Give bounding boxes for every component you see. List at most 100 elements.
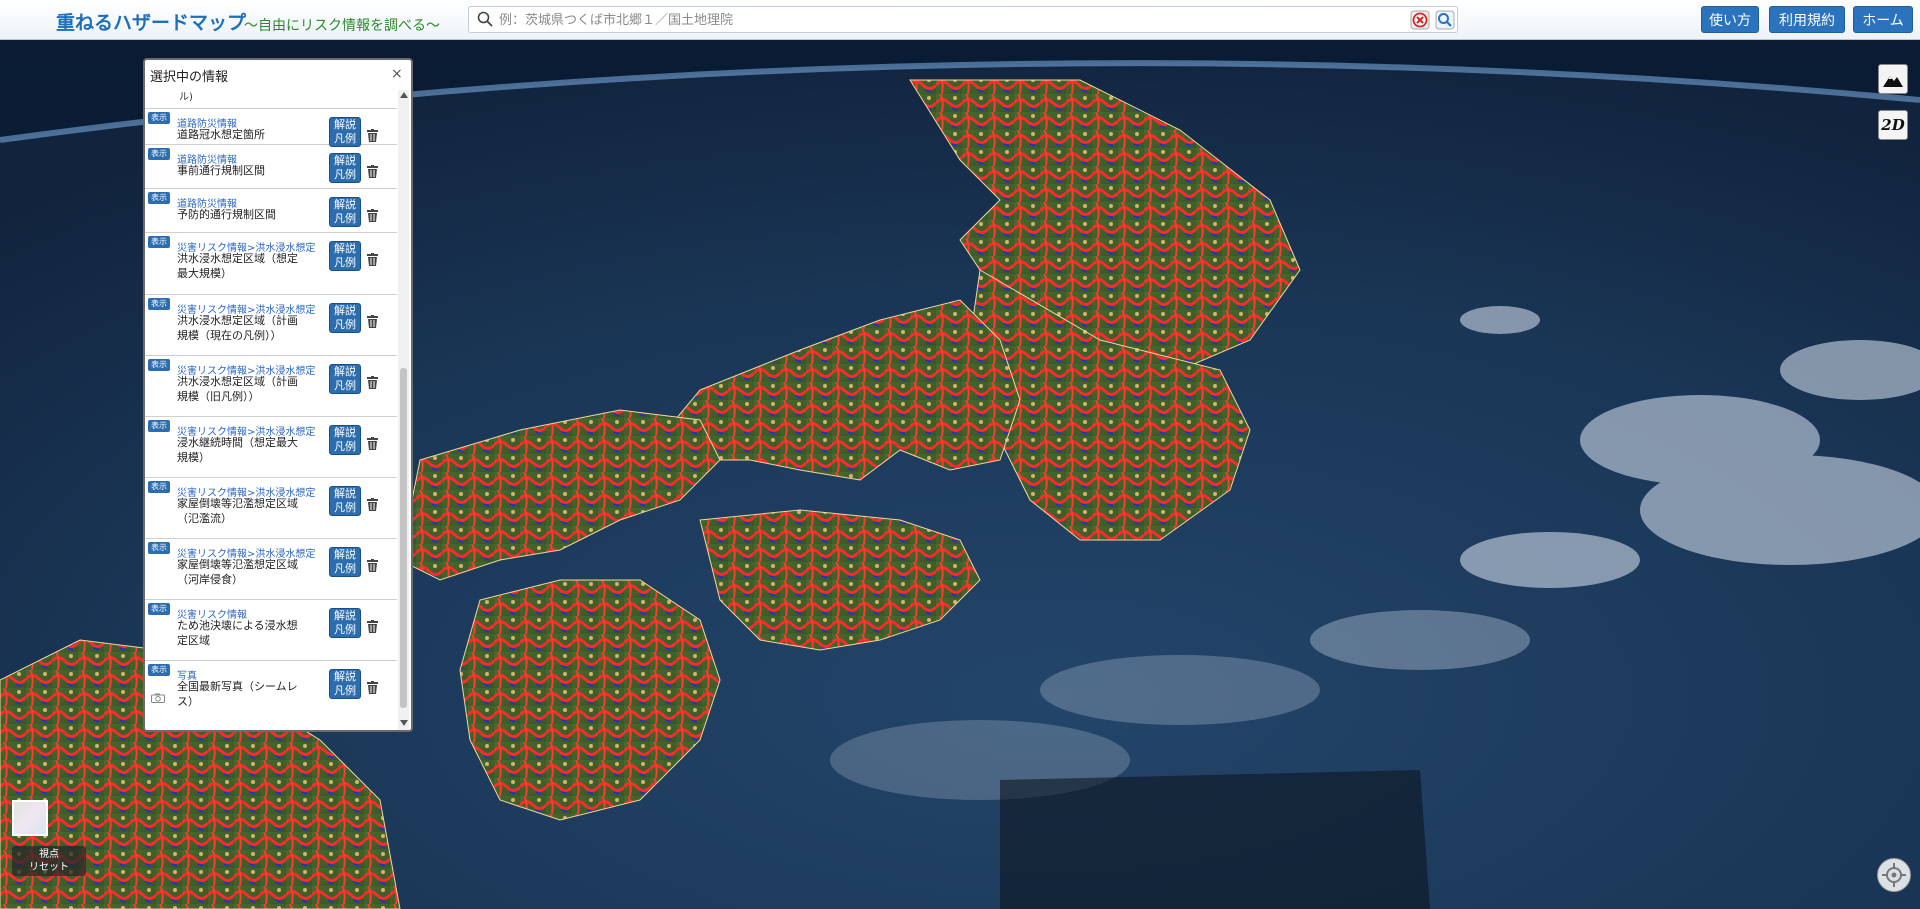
layer-item: 表示 災害リスク情報>洪水浸水想定 家屋倒壊等氾濫想定区域（氾濫流） 解説 凡例 [145, 478, 397, 539]
trash-icon[interactable] [367, 681, 378, 694]
show-toggle[interactable]: 表示 [148, 664, 170, 676]
reset-view-button[interactable]: 視点 リセット [12, 846, 86, 876]
legend-label-1: 解説 [334, 242, 356, 255]
app-tagline: ～自由にリスク情報を調べる～ [244, 18, 440, 34]
search-icon [477, 11, 493, 27]
selected-info-panel: 選択中の情報 × ル) 表示 道路防災情報 道路冠水想定箇所 解説 凡例 表示 道… [143, 58, 413, 732]
legend-label-1: 解説 [334, 670, 356, 683]
layer-name: 浸水継続時間（想定最大規模） [177, 436, 298, 464]
layer-item: 表示 道路防災情報 道路冠水想定箇所 解説 凡例 [145, 109, 397, 147]
layer-name: 全国最新写真（シームレス） [177, 680, 298, 708]
layer-item: 表示 災害リスク情報>洪水浸水想定 洪水浸水想定区域（計画規模（旧凡例）） 解説… [145, 356, 397, 417]
legend-button[interactable]: 解説 凡例 [329, 303, 361, 333]
legend-label-2: 凡例 [334, 440, 356, 453]
crosshair-icon [1882, 863, 1906, 887]
terms-button[interactable]: 利用規約 [1769, 6, 1845, 33]
layer-item: 表示 写真 全国最新写真（シームレス） 解説 凡例 [145, 661, 397, 723]
legend-label-1: 解説 [334, 426, 356, 439]
show-toggle[interactable]: 表示 [148, 420, 170, 432]
trash-icon[interactable] [367, 559, 378, 572]
trash-icon[interactable] [367, 315, 378, 328]
show-toggle[interactable]: 表示 [148, 359, 170, 371]
layer-name: 洪水浸水想定区域（計画規模（現在の凡例）） [177, 314, 298, 342]
layer-name: 洪水浸水想定区域（計画規模（旧凡例）） [177, 375, 298, 403]
search-button-icon[interactable] [1435, 10, 1455, 30]
show-toggle[interactable]: 表示 [148, 603, 170, 615]
show-toggle[interactable]: 表示 [148, 298, 170, 310]
legend-button[interactable]: 解説 凡例 [329, 117, 361, 147]
legend-label-2: 凡例 [334, 562, 356, 575]
legend-button[interactable]: 解説 凡例 [329, 153, 361, 183]
layer-item: 表示 道路防災情報 予防的通行規制区間 解説 凡例 [145, 189, 397, 233]
legend-button[interactable]: 解説 凡例 [329, 608, 361, 638]
show-toggle[interactable]: 表示 [148, 192, 170, 204]
scroll-down-arrow[interactable] [400, 720, 408, 726]
legend-label-1: 解説 [334, 118, 356, 131]
legend-button[interactable]: 解説 凡例 [329, 425, 361, 455]
tile-shadow [1000, 770, 1430, 909]
address-search-input[interactable] [497, 9, 871, 32]
legend-label-1: 解説 [334, 548, 356, 561]
trash-icon[interactable] [367, 209, 378, 222]
panel-close-icon[interactable]: × [391, 66, 403, 82]
usage-button[interactable]: 使い方 [1701, 6, 1759, 33]
legend-label-2: 凡例 [334, 212, 356, 225]
legend-label-2: 凡例 [334, 501, 356, 514]
panel-title: 選択中の情報 [150, 70, 229, 85]
app-title[interactable]: 重ねるハザードマップ [56, 8, 246, 35]
legend-label-2: 凡例 [334, 256, 356, 269]
trash-icon[interactable] [367, 129, 378, 142]
terrain-3d-button[interactable] [1878, 64, 1908, 94]
legend-label-2: 凡例 [334, 623, 356, 636]
layer-item: 表示 災害リスク情報>洪水浸水想定 家屋倒壊等氾濫想定区域（河岸侵食） 解説 凡例 [145, 539, 397, 600]
layer-item: 表示 災害リスク情報>洪水浸水想定 浸水継続時間（想定最大規模） 解説 凡例 [145, 417, 397, 478]
trash-icon[interactable] [367, 620, 378, 633]
panel-scrollbar[interactable] [398, 90, 409, 730]
legend-button[interactable]: 解説 凡例 [329, 486, 361, 516]
layer-name: 洪水浸水想定区域（想定最大規模） [177, 252, 298, 280]
trash-icon[interactable] [367, 437, 378, 450]
mountain-icon [1883, 76, 1903, 87]
show-toggle[interactable]: 表示 [148, 112, 170, 124]
layer-name: ため池決壊による浸水想定区域 [177, 619, 298, 647]
search-box [468, 6, 1458, 33]
home-button[interactable]: ホーム [1853, 6, 1913, 33]
layer-name: 事前通行規制区間 [177, 164, 265, 177]
layer-item: 表示 道路防災情報 事前通行規制区間 解説 凡例 [145, 145, 397, 189]
layer-item: 表示 災害リスク情報>洪水浸水想定 洪水浸水想定区域（想定最大規模） 解説 凡例 [145, 233, 397, 295]
legend-button[interactable]: 解説 凡例 [329, 241, 361, 271]
layer-list: ル) 表示 道路防災情報 道路冠水想定箇所 解説 凡例 表示 道路防災情報 事前通… [145, 90, 397, 730]
legend-button[interactable]: 解説 凡例 [329, 197, 361, 227]
show-toggle[interactable]: 表示 [148, 236, 170, 248]
legend-label-2: 凡例 [334, 132, 356, 145]
show-toggle[interactable]: 表示 [148, 542, 170, 554]
current-location-button[interactable] [1877, 858, 1911, 892]
legend-button[interactable]: 解説 凡例 [329, 364, 361, 394]
view-2d-button[interactable]: 2D [1878, 110, 1908, 140]
layer-item: 表示 災害リスク情報 ため池決壊による浸水想定区域 解説 凡例 [145, 600, 397, 661]
layer-name: 予防的通行規制区間 [177, 208, 276, 221]
show-toggle[interactable]: 表示 [148, 148, 170, 160]
legend-label-2: 凡例 [334, 684, 356, 697]
camera-icon [151, 693, 165, 703]
legend-label-2: 凡例 [334, 168, 356, 181]
legend-label-2: 凡例 [334, 318, 356, 331]
reset-view-label-2: リセット [29, 862, 69, 873]
reset-view-label-1: 視点 [39, 849, 59, 860]
legend-label-1: 解説 [334, 365, 356, 378]
layer-item: 表示 災害リスク情報>洪水浸水想定 洪水浸水想定区域（計画規模（現在の凡例）） … [145, 295, 397, 356]
show-toggle[interactable]: 表示 [148, 481, 170, 493]
scrollbar-thumb[interactable] [400, 368, 407, 708]
trash-icon[interactable] [367, 165, 378, 178]
trash-icon[interactable] [367, 253, 378, 266]
legend-button[interactable]: 解説 凡例 [329, 547, 361, 577]
legend-label-2: 凡例 [334, 379, 356, 392]
trash-icon[interactable] [367, 498, 378, 511]
list-item: ル) [145, 90, 397, 109]
basemap-selector[interactable] [12, 800, 48, 836]
legend-label-1: 解説 [334, 198, 356, 211]
clear-search-icon[interactable] [1410, 10, 1430, 30]
scroll-up-arrow[interactable] [400, 92, 408, 98]
trash-icon[interactable] [367, 376, 378, 389]
legend-button[interactable]: 解説 凡例 [329, 669, 361, 699]
